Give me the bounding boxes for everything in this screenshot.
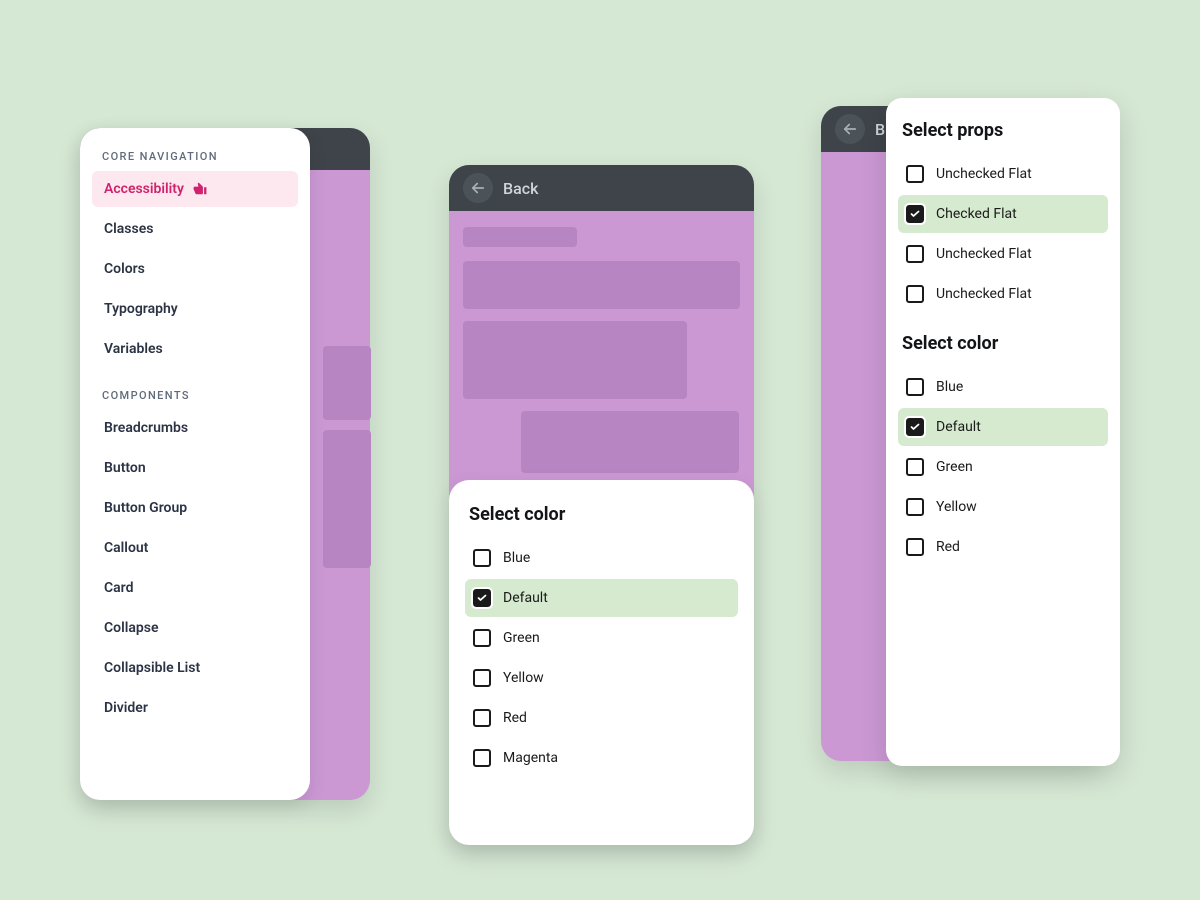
sidebar-section-title: CORE NAVIGATION bbox=[92, 150, 298, 163]
titlebar: Back bbox=[449, 165, 754, 211]
option-label: Green bbox=[936, 459, 973, 475]
option-blue[interactable]: Blue bbox=[465, 539, 738, 577]
nav-label: Collapsible List bbox=[104, 660, 200, 676]
option-unchecked-flat[interactable]: Unchecked Flat bbox=[898, 275, 1108, 313]
option-default[interactable]: Default bbox=[898, 408, 1108, 446]
option-label: Red bbox=[503, 710, 527, 726]
checkbox-icon bbox=[906, 285, 924, 303]
sidebar-item-card[interactable]: Card bbox=[92, 570, 298, 606]
checkbox-icon bbox=[473, 749, 491, 767]
bottom-sheet-select-color: Select color Blue Default Green Yellow R… bbox=[449, 480, 754, 845]
option-red[interactable]: Red bbox=[898, 528, 1108, 566]
option-magenta[interactable]: Magenta bbox=[465, 739, 738, 777]
option-label: Default bbox=[503, 590, 548, 606]
checkbox-icon bbox=[473, 549, 491, 567]
content-placeholder bbox=[323, 430, 371, 568]
nav-label: Typography bbox=[104, 301, 178, 317]
option-label: Blue bbox=[936, 379, 963, 395]
arrow-left-icon bbox=[841, 120, 859, 138]
option-label: Blue bbox=[503, 550, 530, 566]
option-label: Unchecked Flat bbox=[936, 286, 1032, 302]
nav-label: Divider bbox=[104, 700, 148, 716]
option-default[interactable]: Default bbox=[465, 579, 738, 617]
sidebar-item-button-group[interactable]: Button Group bbox=[92, 490, 298, 526]
thumbs-down-icon bbox=[192, 182, 208, 196]
sidebar-item-classes[interactable]: Classes bbox=[92, 211, 298, 247]
option-label: Green bbox=[503, 630, 540, 646]
option-red[interactable]: Red bbox=[465, 699, 738, 737]
back-label: B bbox=[875, 120, 885, 139]
side-sheet-configurator: Select props Unchecked Flat Checked Flat… bbox=[886, 98, 1120, 766]
nav-label: Colors bbox=[104, 261, 145, 277]
sidebar-item-breadcrumbs[interactable]: Breadcrumbs bbox=[92, 410, 298, 446]
back-button[interactable] bbox=[835, 114, 865, 144]
sidebar-item-callout[interactable]: Callout bbox=[92, 530, 298, 566]
option-yellow[interactable]: Yellow bbox=[898, 488, 1108, 526]
option-yellow[interactable]: Yellow bbox=[465, 659, 738, 697]
mobile-panel-select-color: Back Select color Blue Default Green Yel… bbox=[449, 165, 754, 845]
nav-label: Collapse bbox=[104, 620, 158, 636]
option-label: Unchecked Flat bbox=[936, 166, 1032, 182]
checkbox-icon bbox=[473, 709, 491, 727]
option-label: Default bbox=[936, 419, 981, 435]
checkbox-icon bbox=[906, 245, 924, 263]
nav-label: Breadcrumbs bbox=[104, 420, 188, 436]
nav-label: Button Group bbox=[104, 500, 187, 516]
checkbox-icon bbox=[906, 378, 924, 396]
checkbox-icon bbox=[906, 205, 924, 223]
option-label: Yellow bbox=[936, 499, 977, 515]
checkbox-icon bbox=[906, 458, 924, 476]
back-button[interactable] bbox=[463, 173, 493, 203]
nav-label: Variables bbox=[104, 341, 163, 357]
nav-label: Button bbox=[104, 460, 146, 476]
sidebar-item-variables[interactable]: Variables bbox=[92, 331, 298, 367]
option-green[interactable]: Green bbox=[465, 619, 738, 657]
checkbox-icon bbox=[906, 165, 924, 183]
sidebar-item-collapse[interactable]: Collapse bbox=[92, 610, 298, 646]
arrow-left-icon bbox=[469, 179, 487, 197]
sheet-title: Select props bbox=[898, 120, 1108, 141]
sidebar: CORE NAVIGATION Accessibility Classes Co… bbox=[80, 128, 310, 800]
nav-label: Accessibility bbox=[104, 181, 184, 197]
sheet-title: Select color bbox=[898, 333, 1108, 354]
content-placeholder bbox=[463, 321, 687, 399]
sheet-title: Select color bbox=[465, 504, 738, 525]
checkbox-icon bbox=[473, 669, 491, 687]
option-label: Yellow bbox=[503, 670, 544, 686]
checkbox-icon bbox=[906, 498, 924, 516]
sidebar-item-divider[interactable]: Divider bbox=[92, 690, 298, 726]
content-placeholder bbox=[463, 261, 740, 309]
option-checked-flat[interactable]: Checked Flat bbox=[898, 195, 1108, 233]
option-unchecked-flat[interactable]: Unchecked Flat bbox=[898, 155, 1108, 193]
sidebar-item-button[interactable]: Button bbox=[92, 450, 298, 486]
sidebar-item-colors[interactable]: Colors bbox=[92, 251, 298, 287]
option-unchecked-flat[interactable]: Unchecked Flat bbox=[898, 235, 1108, 273]
nav-label: Callout bbox=[104, 540, 148, 556]
checkbox-icon bbox=[906, 538, 924, 556]
content-placeholder bbox=[521, 411, 739, 473]
content-placeholder bbox=[463, 227, 577, 247]
checkbox-icon bbox=[473, 629, 491, 647]
sidebar-item-accessibility[interactable]: Accessibility bbox=[92, 171, 298, 207]
option-label: Red bbox=[936, 539, 960, 555]
option-label: Unchecked Flat bbox=[936, 246, 1032, 262]
sidebar-section-title: COMPONENTS bbox=[92, 389, 298, 402]
option-label: Checked Flat bbox=[936, 206, 1017, 222]
option-blue[interactable]: Blue bbox=[898, 368, 1108, 406]
nav-label: Card bbox=[104, 580, 133, 596]
checkbox-icon bbox=[906, 418, 924, 436]
nav-label: Classes bbox=[104, 221, 153, 237]
checkbox-icon bbox=[473, 589, 491, 607]
option-label: Magenta bbox=[503, 750, 558, 766]
back-label: Back bbox=[503, 179, 538, 198]
mobile-panel-navigation: CORE NAVIGATION Accessibility Classes Co… bbox=[80, 128, 370, 800]
sidebar-item-typography[interactable]: Typography bbox=[92, 291, 298, 327]
sidebar-item-collapsible-list[interactable]: Collapsible List bbox=[92, 650, 298, 686]
option-green[interactable]: Green bbox=[898, 448, 1108, 486]
content-placeholder bbox=[323, 346, 371, 420]
